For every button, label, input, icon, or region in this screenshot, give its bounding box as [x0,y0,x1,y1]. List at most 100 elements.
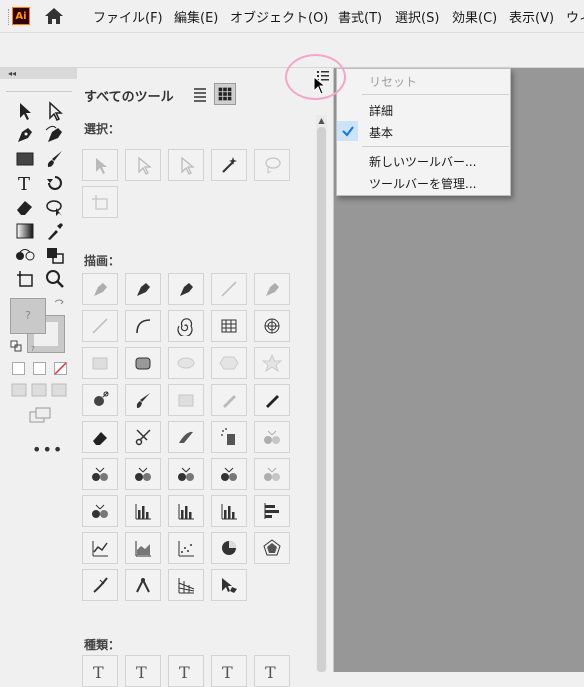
eraser-tool-icon[interactable] [14,196,36,218]
none-mode-icon[interactable] [54,362,67,375]
column-graph-tool-tile[interactable] [125,495,161,527]
selection-tool-tile[interactable] [82,149,118,181]
polar-grid-tool-tile[interactable] [254,310,290,342]
pie-graph-tool-tile[interactable] [211,532,247,564]
rotate-tool-icon[interactable] [44,172,66,194]
bar-graph-tool-tile[interactable] [211,495,247,527]
perspective-grid-tool-tile[interactable] [168,569,204,601]
type-tool-icon[interactable]: T [14,172,36,194]
line-graph-tool-tile[interactable] [82,532,118,564]
menu-item-advanced[interactable]: 詳細 [369,102,393,119]
symbol-scruncher-tool-tile[interactable] [82,458,118,490]
rounded-rectangle-tool-tile[interactable] [125,347,161,379]
delete-anchor-point-tool-tile[interactable] [168,273,204,305]
rectangle-tool-icon[interactable] [14,148,36,170]
curvature-tool-icon[interactable] [44,124,66,146]
spiral-tool-tile[interactable] [168,310,204,342]
symbol-shifter-tool-tile[interactable] [254,421,290,453]
scatter-graph-tool-tile[interactable] [168,532,204,564]
default-fill-stroke-icon[interactable] [10,340,22,352]
live-paint-bucket-icon[interactable] [44,244,66,266]
direct-selection-tool-tile[interactable] [125,149,161,181]
menu-item-basic[interactable]: 基本 [369,124,393,141]
menu-edit[interactable]: 編集(E) [174,7,218,26]
vertical-area-type-tool-tile[interactable]: T [254,655,290,687]
selection-tool-icon[interactable] [14,100,36,122]
gradient-tool-icon[interactable] [14,220,36,242]
type-on-path-tool-tile[interactable]: T [168,655,204,687]
menu-effect[interactable]: 効果(C) [452,7,497,26]
menu-window[interactable]: ウィ [566,7,584,26]
width-tool-tile[interactable] [82,569,118,601]
shaper-tool-tile[interactable] [168,384,204,416]
menu-file[interactable]: ファイル(F) [93,7,163,26]
shape-builder-tool-tile[interactable] [211,569,247,601]
color-mode-button[interactable] [12,362,25,375]
artboard-tool-icon[interactable] [14,268,36,290]
artboard-tool-tile[interactable] [82,186,118,218]
symbol-sizer-tool-tile[interactable] [125,458,161,490]
symbol-styler-tool-tile[interactable] [82,495,118,527]
star-tool-tile[interactable] [254,347,290,379]
radar-graph-tool-tile[interactable] [254,532,290,564]
paintbrush-tool-tile[interactable] [125,384,161,416]
eyedropper-tool-icon[interactable] [44,220,66,242]
drawing-modes-icon[interactable] [10,382,68,398]
pen-tool-tile[interactable] [82,273,118,305]
menu-item-new-toolbar[interactable]: 新しいツールバー... [369,153,476,170]
screen-mode-icon[interactable] [28,406,52,424]
menu-object[interactable]: オブジェクト(O) [230,7,328,26]
eraser-tool-tile[interactable] [82,421,118,453]
gradient-mode-button[interactable] [33,362,46,375]
list-view-icon[interactable] [190,83,210,105]
area-type-tool-tile[interactable]: T [125,655,161,687]
warp-tool-icon[interactable] [44,196,66,218]
menu-view[interactable]: 表示(V) [509,7,554,26]
rectangle-tool-tile[interactable] [82,347,118,379]
puppet-warp-tool-tile[interactable] [125,569,161,601]
scroll-up-icon[interactable]: ▲ [316,115,327,126]
fill-swatch[interactable]: ? [10,298,46,334]
menu-type[interactable]: 書式(T) [338,7,382,26]
home-icon[interactable] [43,6,65,26]
direct-selection-tool-icon[interactable] [44,100,66,122]
add-anchor-point-tool-tile[interactable] [125,273,161,305]
swap-fill-stroke-icon[interactable] [53,298,65,310]
pen-tool-icon[interactable] [14,124,36,146]
zoom-tool-icon[interactable] [44,268,66,290]
arc-tool-tile[interactable] [125,310,161,342]
symbol-sprayer-tool-tile[interactable] [211,421,247,453]
blend-tool-icon[interactable] [14,244,36,266]
ellipse-tool-tile[interactable] [168,347,204,379]
menu-item-manage-toolbars[interactable]: ツールバーを管理... [369,175,476,192]
symbol-spinner-tool-tile[interactable] [168,458,204,490]
vertical-type-tool-tile[interactable]: T [211,655,247,687]
edit-toolbar-button[interactable]: ••• [32,440,63,459]
symbol-screener-tool-tile[interactable] [254,458,290,490]
pencil-tool-tile[interactable] [211,384,247,416]
scroll-thumb[interactable] [317,127,326,672]
polygon-tool-tile[interactable] [211,347,247,379]
stacked-bar-graph-tool-tile[interactable] [254,495,290,527]
menu-item-reset[interactable]: リセット [369,73,417,90]
collapse-icon[interactable]: ◂◂ [8,68,16,79]
symbol-stainer-tool-tile[interactable] [211,458,247,490]
curvature-tool-tile[interactable] [254,273,290,305]
magic-wand-tool-tile[interactable] [211,149,247,181]
rectangular-grid-tool-tile[interactable] [211,310,247,342]
lasso-tool-tile[interactable] [254,149,290,181]
anchor-point-tool-tile[interactable] [211,273,247,305]
menu-select[interactable]: 選択(S) [395,7,439,26]
control-bar-grip[interactable] [8,9,11,25]
flare-tool-tile[interactable] [82,384,118,416]
stacked-column-graph-tool-tile[interactable] [168,495,204,527]
blob-brush-tool-tile[interactable] [254,384,290,416]
grid-view-icon[interactable] [214,83,236,105]
line-segment-tool-tile[interactable] [82,310,118,342]
paintbrush-tool-icon[interactable] [44,148,66,170]
knife-tool-tile[interactable] [168,421,204,453]
area-graph-tool-tile[interactable] [125,532,161,564]
group-selection-tool-tile[interactable] [168,149,204,181]
type-tool-tile[interactable]: T [82,655,118,687]
scissors-tool-tile[interactable] [125,421,161,453]
